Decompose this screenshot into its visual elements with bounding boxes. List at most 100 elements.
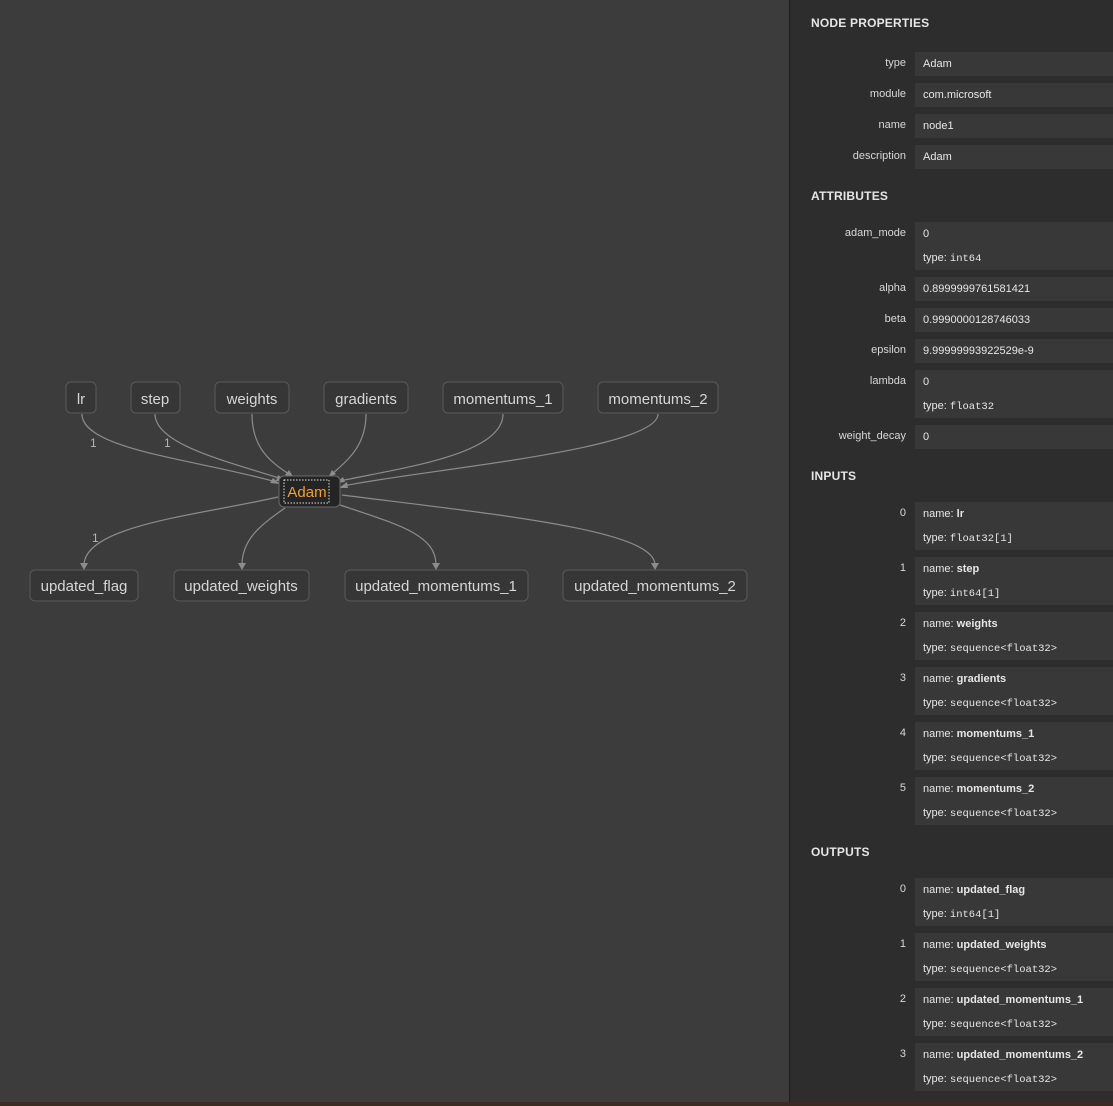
node-updated-momentums-2[interactable]: updated_momentums_2 [562,569,748,602]
input-name: name: gradients [923,673,1007,685]
input-type: type: sequence<float32> [923,752,1058,765]
input-index: 2 [899,617,906,629]
attr-adam-mode-value: 0 [923,228,930,240]
svg-text:momentums_2: momentums_2 [608,391,707,408]
input-index: 4 [899,727,906,739]
svg-text:gradients: gradients [335,391,397,408]
attr-label-lambda: lambda [869,375,906,387]
input-argument[interactable]: name: gradients type: sequence<float32> [915,667,1113,715]
node-gradients[interactable]: gradients [323,381,409,414]
prop-value-description[interactable]: Adam [915,145,1113,169]
attr-value-adam-mode[interactable]: 0 type: int64 [915,222,1113,270]
attr-label-weight-decay: weight_decay [838,430,906,442]
edge-updated-momentums-2 [341,494,656,566]
attr-value-alpha[interactable]: 0.8999999761581421 [915,277,1113,301]
output-index: 1 [899,938,906,950]
input-index: 5 [899,782,906,794]
node-adam[interactable]: Adam [278,475,341,508]
input-type: type: int64[1] [923,587,1001,600]
edge-gradients [329,413,367,477]
prop-label-module: module [869,88,906,100]
node-properties-title: NODE PROPERTIES [811,16,930,30]
input-index: 1 [899,562,906,574]
output-argument[interactable]: name: updated_weights type: sequence<floa… [915,933,1113,981]
arrow-updated-weights [238,563,246,570]
prop-value-name[interactable]: node1 [915,114,1113,138]
svg-text:updated_momentums_2: updated_momentums_2 [574,578,736,595]
attr-label-epsilon: epsilon [871,344,906,356]
svg-text:weights: weights [226,391,278,408]
output-index: 3 [899,1048,906,1060]
node-updated-weights[interactable]: updated_weights [173,569,310,602]
node-step[interactable]: step [130,381,181,414]
edge-label-lr: 1 [90,436,97,450]
output-index: 0 [899,883,906,895]
prop-value-module[interactable]: com.microsoft [915,83,1113,107]
edge-lr [81,413,277,483]
svg-text:updated_momentums_1: updated_momentums_1 [355,578,517,595]
svg-text:Adam: Adam [287,484,326,501]
input-argument[interactable]: name: step type: int64[1] [915,557,1113,605]
node-momentums-2[interactable]: momentums_2 [597,381,719,414]
output-name: name: updated_weights [923,939,1047,951]
input-argument[interactable]: name: lr type: float32[1] [915,502,1113,550]
properties-sidebar: NODE PROPERTIES type Adam module com.mic… [789,0,1113,1102]
input-type: type: sequence<float32> [923,642,1058,655]
node-updated-momentums-1[interactable]: updated_momentums_1 [344,569,529,602]
svg-text:updated_weights: updated_weights [184,578,297,595]
outputs-title: OUTPUTS [811,845,870,859]
output-name: name: updated_momentums_2 [923,1049,1084,1061]
output-type: type: sequence<float32> [923,1018,1058,1031]
prop-label-type: type [885,57,906,69]
edge-weights [251,413,293,477]
input-type: type: sequence<float32> [923,807,1058,820]
attr-label-alpha: alpha [879,282,906,294]
input-type: type: sequence<float32> [923,697,1058,710]
arrow-updated-momentums-1 [432,563,440,570]
arrow-updated-momentums-2 [651,563,659,570]
bottom-strip [0,1102,1113,1106]
graph-svg: 1 1 1 lr step weights gradients momentum… [29,381,748,602]
input-name: name: step [923,563,980,575]
edge-momentums-1 [339,413,504,482]
node-momentums-1[interactable]: momentums_1 [442,381,564,414]
svg-text:updated_flag: updated_flag [41,578,128,595]
node-weights[interactable]: weights [214,381,290,414]
prop-label-name: name [878,119,906,131]
edge-updated-flag [83,496,279,566]
input-name: name: lr [923,508,964,520]
input-name: name: momentums_1 [923,728,1035,740]
prop-value-type[interactable]: Adam [915,52,1113,76]
input-argument[interactable]: name: momentums_1 type: sequence<float32> [915,722,1113,770]
node-lr[interactable]: lr [65,381,97,414]
attr-value-weight-decay[interactable]: 0 [915,425,1113,449]
output-argument[interactable]: name: updated_momentums_1 type: sequence<… [915,988,1113,1036]
input-index: 3 [899,672,906,684]
input-name: name: weights [923,618,998,630]
attr-lambda-value: 0 [923,376,930,388]
output-argument[interactable]: name: updated_momentums_2 type: sequence<… [915,1043,1113,1091]
input-index: 0 [899,507,906,519]
attr-value-epsilon[interactable]: 9.99999993922529e-9 [915,339,1113,363]
svg-text:lr: lr [77,391,85,408]
graph-canvas[interactable]: 1 1 1 lr step weights gradients momentum… [0,0,789,1102]
output-argument[interactable]: name: updated_flag type: int64[1] [915,878,1113,926]
input-argument[interactable]: name: weights type: sequence<float32> [915,612,1113,660]
attributes-title: ATTRIBUTES [811,189,889,203]
output-name: name: updated_flag [923,884,1026,896]
output-name: name: updated_momentums_1 [923,994,1084,1006]
output-index: 2 [899,993,906,1005]
output-type: type: sequence<float32> [923,963,1058,976]
input-argument[interactable]: name: momentums_2 type: sequence<float32> [915,777,1113,825]
attr-adam-mode-type: type: int64 [923,252,982,265]
node-updated-flag[interactable]: updated_flag [29,569,139,602]
svg-text:momentums_1: momentums_1 [453,391,552,408]
attr-value-lambda[interactable]: 0 type: float32 [915,370,1113,418]
svg-text:step: step [141,391,169,408]
input-type: type: float32[1] [923,532,1013,545]
output-type: type: int64[1] [923,908,1001,921]
input-name: name: momentums_2 [923,783,1035,795]
edge-updated-weights [241,507,286,566]
arrow-updated-flag [80,563,88,570]
attr-value-beta[interactable]: 0.9990000128746033 [915,308,1113,332]
